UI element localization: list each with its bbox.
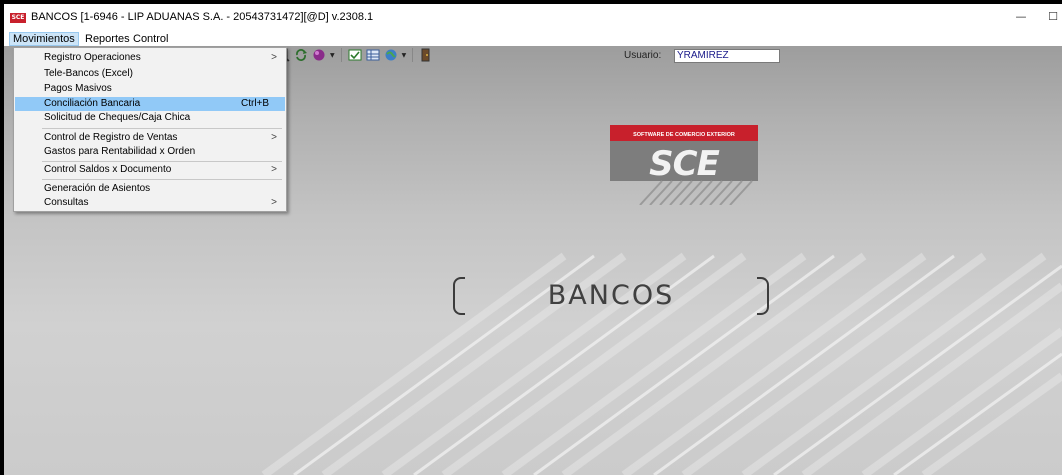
user-label: Usuario: (624, 50, 662, 61)
menu-item-pagos-masivos[interactable]: Pagos Masivos (15, 82, 285, 96)
window-title: BANCOS [1-6946 - LIP ADUANAS S.A. - 2054… (31, 11, 374, 23)
module-title: BANCOS (453, 277, 769, 315)
app-logo-icon: SCE (10, 13, 26, 23)
menu-item-shortcut: Ctrl+B (241, 98, 270, 109)
logo-tagline: SOFTWARE DE COMERCIO EXTERIOR (633, 132, 735, 138)
submenu-arrow-icon: > (271, 197, 277, 208)
menu-item-label: Tele-Bancos (Excel) (44, 68, 133, 79)
maximize-button[interactable]: ☐ (1040, 7, 1062, 27)
globe-icon[interactable] (384, 48, 398, 62)
menu-control[interactable]: Control (130, 32, 171, 46)
color-icon[interactable] (312, 48, 326, 62)
menu-movimientos[interactable]: Movimientos (9, 32, 79, 46)
menu-bar: Movimientos Reportes Control (4, 32, 1062, 46)
minimize-button[interactable]: — (1008, 7, 1034, 27)
sce-logo: SOFTWARE DE COMERCIO EXTERIOR SCE (610, 125, 758, 205)
menu-item-label: Registro Operaciones (44, 52, 141, 63)
toolbar-separator (340, 48, 342, 62)
menu-item-label: Generación de Asientos (44, 183, 151, 194)
color-dropdown-arrow-icon[interactable]: ▼ (330, 52, 335, 59)
menu-separator (42, 128, 282, 129)
toolbar-separator (412, 48, 414, 62)
menu-item-gastos-rentabilidad[interactable]: Gastos para Rentabilidad x Orden (15, 145, 285, 159)
menu-item-label: Control Saldos x Documento (44, 164, 172, 175)
movimientos-dropdown-menu: Registro Operaciones > Tele-Bancos (Exce… (13, 47, 287, 212)
menu-item-registro-operaciones[interactable]: Registro Operaciones > (15, 51, 285, 65)
globe-dropdown-arrow-icon[interactable]: ▼ (402, 52, 407, 59)
submenu-arrow-icon: > (271, 52, 277, 63)
menu-item-control-saldos[interactable]: Control Saldos x Documento > (15, 163, 285, 177)
menu-separator (42, 179, 282, 180)
menu-item-conciliacion-bancaria[interactable]: Conciliación Bancaria Ctrl+B (15, 97, 285, 111)
grid-icon[interactable] (366, 48, 380, 62)
check-list-icon[interactable] (348, 48, 362, 62)
menu-item-label: Gastos para Rentabilidad x Orden (44, 146, 196, 157)
menu-item-label: Pagos Masivos (44, 83, 112, 94)
menu-reportes[interactable]: Reportes (82, 32, 133, 46)
logo-text: SCE (649, 144, 719, 184)
exit-door-icon[interactable] (419, 48, 433, 62)
menu-item-label: Solicitud de Cheques/Caja Chica (44, 112, 191, 123)
module-title-text: BANCOS (547, 280, 675, 311)
menu-item-consultas[interactable]: Consultas > (15, 196, 285, 210)
app-window: SCE BANCOS [1-6946 - LIP ADUANAS S.A. - … (4, 4, 1062, 475)
menu-item-generacion-asientos[interactable]: Generación de Asientos (15, 182, 285, 196)
refresh-icon[interactable] (294, 48, 308, 62)
submenu-arrow-icon: > (271, 164, 277, 175)
toolbar: ▼ ▼ (267, 46, 433, 64)
menu-item-solicitud-cheques[interactable]: Solicitud de Cheques/Caja Chica (15, 111, 285, 125)
menu-item-label: Conciliación Bancaria (44, 98, 141, 109)
right-bracket (757, 277, 769, 315)
menu-item-control-registro-ventas[interactable]: Control de Registro de Ventas > (15, 131, 285, 145)
menu-item-tele-bancos[interactable]: Tele-Bancos (Excel) (15, 67, 285, 81)
user-field: YRAMIREZ (674, 49, 780, 63)
title-bar[interactable]: SCE BANCOS [1-6946 - LIP ADUANAS S.A. - … (4, 4, 1062, 32)
menu-item-label: Consultas (44, 197, 89, 208)
menu-item-label: Control de Registro de Ventas (44, 132, 178, 143)
menu-separator (42, 161, 282, 162)
submenu-arrow-icon: > (271, 132, 277, 143)
